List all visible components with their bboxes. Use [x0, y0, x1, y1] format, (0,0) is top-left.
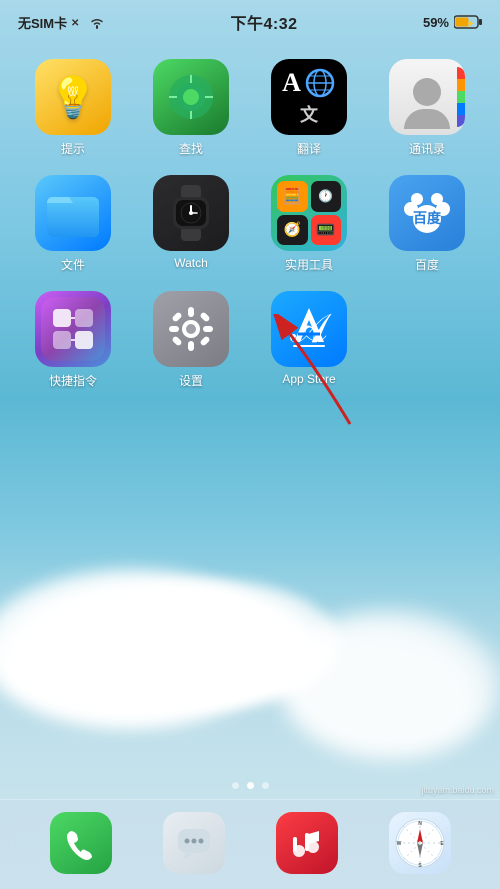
dock: N S E W: [0, 799, 500, 889]
contacts-icon: [389, 59, 465, 135]
settings-svg: [165, 303, 217, 355]
wifi-icon: [89, 16, 105, 29]
find-icon: [153, 59, 229, 135]
phone-icon: [50, 812, 112, 874]
status-bar: 无SIM卡 ✕ 下午4:32 59% ⚡: [0, 0, 500, 44]
translate-icon: A 文: [271, 59, 347, 135]
phone-svg: [63, 825, 99, 861]
messages-icon: [163, 812, 225, 874]
find-inner: [153, 59, 229, 135]
music-icon: [276, 812, 338, 874]
home-screen: 💡 提示 查找: [0, 44, 500, 799]
app-settings[interactable]: 设置: [136, 291, 246, 389]
dock-phone[interactable]: [50, 812, 112, 874]
dock-messages[interactable]: [163, 812, 225, 874]
status-right: 59% ⚡: [423, 15, 482, 30]
baidu-icon: 百度: [389, 175, 465, 251]
app-appstore[interactable]: 𝒜 App Store: [254, 291, 364, 389]
utilities-icon: 🧮 🕐 🧭 📟: [271, 175, 347, 251]
safari-svg: N S E W: [394, 817, 446, 869]
app-shortcuts[interactable]: 快捷指令: [18, 291, 128, 389]
music-svg: [289, 825, 325, 861]
reminders-label: 提示: [61, 140, 85, 157]
files-icon: [35, 175, 111, 251]
app-files[interactable]: 文件: [18, 175, 128, 273]
page-dot-3[interactable]: [262, 782, 269, 789]
find-svg: [162, 68, 220, 126]
svg-text:⚡: ⚡: [466, 19, 475, 28]
files-label: 文件: [61, 256, 85, 273]
battery-label: 59%: [423, 15, 449, 30]
watch-svg: [159, 181, 223, 245]
status-time: 下午4:32: [231, 10, 298, 34]
svg-text:百度: 百度: [413, 210, 442, 226]
dock-safari[interactable]: N S E W: [389, 812, 451, 874]
dock-music[interactable]: [276, 812, 338, 874]
files-svg: [41, 181, 105, 245]
watch-label: Watch: [174, 256, 208, 270]
svg-text:W: W: [396, 841, 401, 847]
page-dot-1[interactable]: [232, 782, 239, 789]
svg-text:✕: ✕: [71, 18, 79, 28]
carrier-label: 无SIM卡: [18, 13, 67, 32]
reminders-icon: 💡: [35, 59, 111, 135]
shortcuts-label: 快捷指令: [49, 372, 97, 389]
settings-icon: [153, 291, 229, 367]
app-baidu[interactable]: 百度 百度: [372, 175, 482, 273]
page-dot-2[interactable]: [247, 782, 254, 789]
svg-text:N: N: [418, 821, 422, 827]
app-grid: 💡 提示 查找: [10, 54, 490, 394]
app-utilities[interactable]: 🧮 🕐 🧭 📟 实用工具: [254, 175, 364, 273]
baidu-label: 百度: [415, 256, 439, 273]
signal-icon: ✕: [71, 16, 85, 28]
settings-label: 设置: [179, 372, 203, 389]
app-contacts[interactable]: 通讯录: [372, 59, 482, 157]
shortcuts-icon: [35, 291, 111, 367]
shortcuts-svg: [41, 297, 105, 361]
status-left: 无SIM卡 ✕: [18, 13, 105, 32]
appstore-icon: 𝒜: [271, 291, 347, 367]
contacts-label: 通讯录: [409, 140, 445, 157]
watch-icon: [153, 175, 229, 251]
appstore-label: App Store: [282, 372, 335, 386]
utilities-label: 实用工具: [285, 256, 333, 273]
translate-globe-svg: [304, 67, 336, 99]
app-reminders[interactable]: 💡 提示: [18, 59, 128, 157]
appstore-svg: 𝒜: [280, 300, 338, 358]
safari-icon: N S E W: [389, 812, 451, 874]
messages-svg: [175, 824, 213, 862]
battery-icon: ⚡: [454, 15, 482, 29]
baidu-svg: 百度: [397, 183, 457, 243]
app-find[interactable]: 查找: [136, 59, 246, 157]
app-translate[interactable]: A 文 翻译: [254, 59, 364, 157]
app-watch[interactable]: Watch: [136, 175, 246, 273]
translate-label: 翻译: [297, 140, 321, 157]
find-label: 查找: [179, 140, 203, 157]
watermark: jituyam.baidu.com: [421, 785, 494, 795]
